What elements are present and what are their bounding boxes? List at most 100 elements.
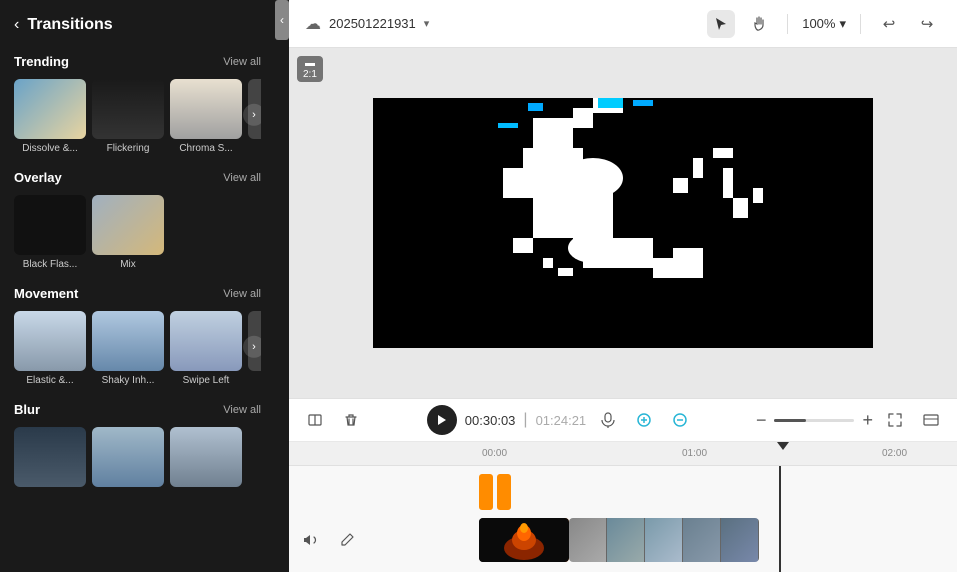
timeline-ruler: 00:00 01:00 02:00 <box>289 442 957 466</box>
thumb-blur2[interactable] <box>92 427 164 487</box>
thumb-elastic[interactable]: Elastic &... <box>14 311 86 386</box>
clip-multi[interactable] <box>569 518 759 562</box>
thumb-shaky[interactable]: Shaky Inh... <box>92 311 164 386</box>
toolbar-divider-1 <box>787 14 788 34</box>
thumb-blur1[interactable] <box>14 427 86 487</box>
blur-title: Blur <box>14 402 40 417</box>
clip-frame-4 <box>683 518 721 562</box>
timeline-controls: 00:30:03 | 01:24:21 − <box>289 398 957 442</box>
fullscreen-btn[interactable] <box>881 406 909 434</box>
clip-frame-2 <box>607 518 645 562</box>
movement-view-all[interactable]: View all <box>223 288 261 300</box>
track-icon-2[interactable] <box>666 406 694 434</box>
thumb-mix[interactable]: Mix <box>92 195 164 270</box>
preview-svg <box>373 98 873 348</box>
thumb-blur1-img <box>14 427 86 487</box>
thumb-swipe[interactable]: Swipe Left <box>170 311 242 386</box>
view-btn[interactable] <box>917 406 945 434</box>
thumb-chroma[interactable]: Chroma S... <box>170 79 242 154</box>
preview-canvas <box>373 98 873 348</box>
filename-dropdown-arrow[interactable]: ▾ <box>424 17 430 30</box>
thumb-shaky-img <box>92 311 164 371</box>
ruler-mark-0: 00:00 <box>482 448 507 459</box>
trending-arrow[interactable]: › <box>243 103 261 125</box>
hand-tool-btn[interactable] <box>745 10 773 38</box>
trending-thumbs: Dissolve &... Flickering Chroma S... <box>14 79 261 154</box>
playhead-indicator <box>777 442 789 450</box>
toolbar-right: 100% ▾ ↩ ↪ <box>707 10 941 38</box>
current-time: 00:30:03 <box>465 413 516 428</box>
section-blur: Blur View all <box>0 394 275 495</box>
movement-title: Movement <box>14 286 78 301</box>
preview-area: ▬ 2:1 <box>289 48 957 398</box>
thumb-flickering-img <box>92 79 164 139</box>
split-btn[interactable] <box>301 406 329 434</box>
thumb-dissolve[interactable]: Dissolve &... <box>14 79 86 154</box>
ratio-badge: ▬ 2:1 <box>297 56 323 82</box>
thumb-mix-img <box>92 195 164 255</box>
edit-icon[interactable] <box>333 526 361 554</box>
delete-btn[interactable] <box>337 406 365 434</box>
file-name: 202501221931 <box>329 16 416 31</box>
back-icon[interactable]: ‹ <box>14 16 19 34</box>
trending-view-all[interactable]: View all <box>223 56 261 68</box>
clip-frame-1 <box>569 518 607 562</box>
thumb-chroma-img <box>170 79 242 139</box>
thumb-blackflash-label: Black Flas... <box>14 259 86 270</box>
thumb-blur3[interactable] <box>170 427 242 487</box>
ruler-mark-1: 01:00 <box>682 448 707 459</box>
orange-marker-2 <box>497 474 511 510</box>
track-icon-1[interactable] <box>630 406 658 434</box>
redo-btn[interactable]: ↪ <box>913 10 941 38</box>
thumb-flickering[interactable]: Flickering <box>92 79 164 154</box>
blur-view-all[interactable]: View all <box>223 404 261 416</box>
sidebar-collapse-btn[interactable]: ‹ <box>275 0 289 40</box>
blur-thumbs <box>14 427 261 487</box>
thumb-chroma-label: Chroma S... <box>170 143 242 154</box>
clip-frame-5 <box>721 518 759 562</box>
ruler-mark-2: 02:00 <box>882 448 907 459</box>
canvas-area: ☁ 202501221931 ▾ 100% ▾ <box>289 0 957 572</box>
section-movement: Movement View all Elastic &... Shaky Inh… <box>0 278 275 394</box>
zoom-plus-btn[interactable]: + <box>862 410 873 431</box>
movement-header: Movement View all <box>14 286 261 301</box>
thumb-blur3-img <box>170 427 242 487</box>
main-row: ‹ Transitions Trending View all Dissolve… <box>0 0 957 572</box>
sidebar: ‹ Transitions Trending View all Dissolve… <box>0 0 275 572</box>
tc-left <box>301 406 365 434</box>
toolbar-left: ☁ 202501221931 ▾ <box>305 14 695 34</box>
thumb-dissolve-label: Dissolve &... <box>14 143 86 154</box>
movement-thumbs: Elastic &... Shaky Inh... Swipe Left › <box>14 311 261 386</box>
thumb-elastic-label: Elastic &... <box>14 375 86 386</box>
cloud-icon: ☁ <box>305 14 321 34</box>
person-silhouette <box>92 79 164 139</box>
trending-header: Trending View all <box>14 54 261 69</box>
sidebar-title: Transitions <box>27 16 112 34</box>
thumb-shaky-label: Shaky Inh... <box>92 375 164 386</box>
top-toolbar: ☁ 202501221931 ▾ 100% ▾ <box>289 0 957 48</box>
speaker-icon[interactable] <box>297 526 325 554</box>
total-time: 01:24:21 <box>536 413 587 428</box>
zoom-minus-btn[interactable]: − <box>756 410 767 431</box>
orange-marker-1 <box>479 474 493 510</box>
thumb-swipe-label: Swipe Left <box>170 375 242 386</box>
thumb-elastic-img <box>14 311 86 371</box>
overlay-header: Overlay View all <box>14 170 261 185</box>
thumb-blackflash[interactable]: Black Flas... <box>14 195 86 270</box>
overlay-view-all[interactable]: View all <box>223 172 261 184</box>
thumb-dissolve-img <box>14 79 86 139</box>
play-btn[interactable] <box>427 405 457 435</box>
clip-frame-3 <box>645 518 683 562</box>
zoom-display[interactable]: 100% ▾ <box>802 16 846 32</box>
sidebar-header: ‹ Transitions <box>0 0 275 46</box>
thumb-blur2-img <box>92 427 164 487</box>
mic-btn[interactable] <box>594 406 622 434</box>
movement-arrow[interactable]: › <box>243 335 261 357</box>
clip-fire[interactable] <box>479 518 569 562</box>
app-container: ‹ Transitions Trending View all Dissolve… <box>0 0 957 572</box>
undo-btn[interactable]: ↩ <box>875 10 903 38</box>
zoom-slider[interactable] <box>774 419 854 422</box>
cursor-tool-btn[interactable] <box>707 10 735 38</box>
overlay-title: Overlay <box>14 170 62 185</box>
track-side-controls <box>289 518 479 562</box>
